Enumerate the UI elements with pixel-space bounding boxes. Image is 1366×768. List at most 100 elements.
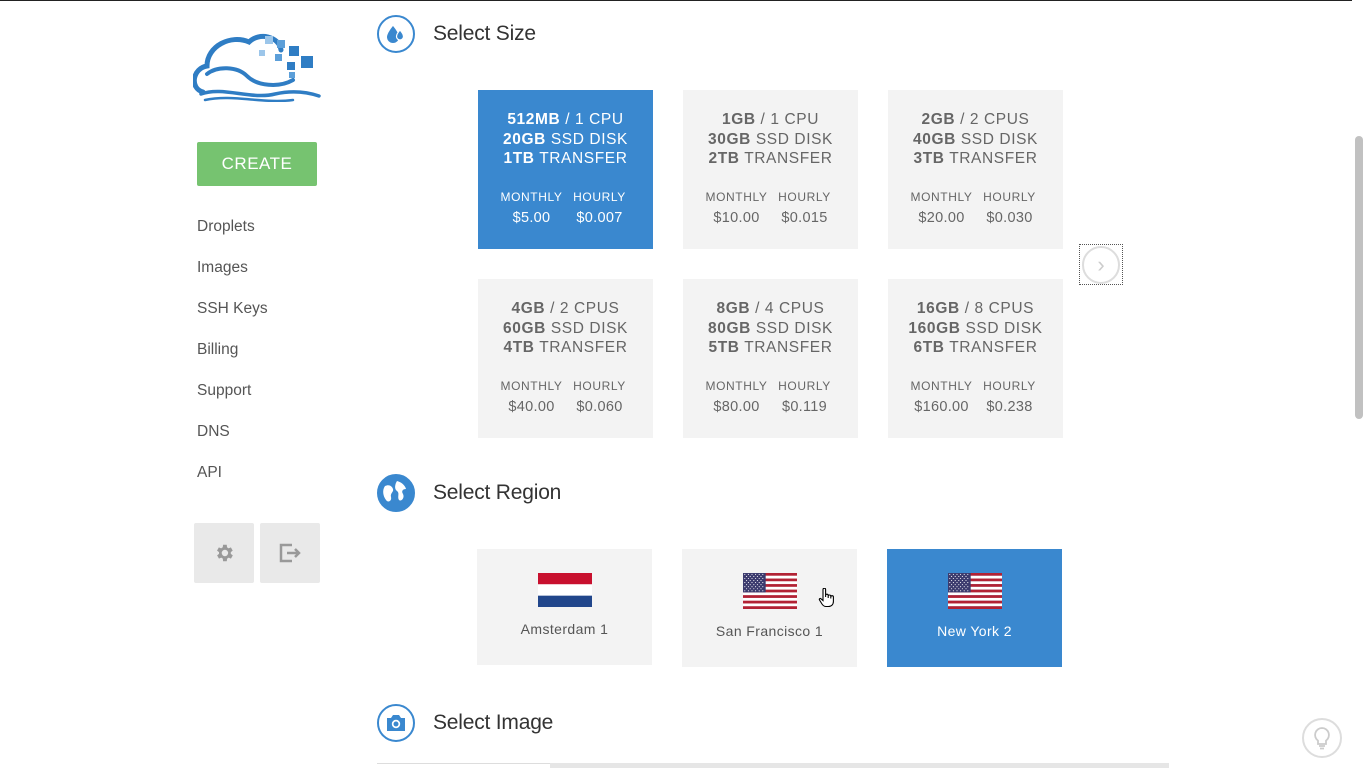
- image-tab-active[interactable]: [377, 763, 550, 768]
- size-ram: 1GB: [721, 111, 756, 128]
- size-disk-line: 60GB SSD DISK: [478, 319, 653, 339]
- chevron-right-icon: ›: [1082, 245, 1120, 284]
- hourly-label: HOURLY: [983, 378, 1036, 393]
- size-specs: 4GB / 2 CPUS 60GB SSD DISK 4TB TRANSFER: [478, 279, 653, 358]
- monthly-price: MONTHLY $160.00: [908, 379, 976, 417]
- region-card-san-francisco[interactable]: San Francisco 1: [682, 549, 857, 667]
- monthly-price: MONTHLY $40.00: [498, 379, 566, 417]
- size-disk-suffix: SSD DISK: [750, 319, 833, 337]
- globe-icon: [377, 474, 415, 512]
- size-disk: 80GB: [708, 319, 751, 337]
- sidebar-item-droplets[interactable]: Droplets: [197, 215, 268, 256]
- monthly-label: MONTHLY: [705, 378, 768, 393]
- size-card[interactable]: 16GB / 8 CPUS 160GB SSD DISK 6TB TRANSFER M…: [888, 279, 1063, 438]
- size-ram-cpu: 1GB / 1 CPU: [683, 110, 858, 130]
- monthly-label: MONTHLY: [500, 378, 563, 393]
- usa-flag-icon: [947, 573, 1002, 609]
- size-transfer-suffix: TRANSFER: [944, 339, 1038, 356]
- create-button[interactable]: CREATE: [197, 142, 317, 186]
- size-ram: 2GB: [921, 111, 956, 128]
- size-transfer-line: 5TB TRANSFER: [683, 338, 858, 358]
- size-transfer-suffix: TRANSFER: [944, 150, 1038, 167]
- monthly-price: MONTHLY $80.00: [703, 379, 771, 417]
- monthly-value: $20.00: [918, 209, 965, 226]
- region-card-amsterdam[interactable]: Amsterdam 1: [477, 549, 652, 665]
- sidebar-item-ssh-keys[interactable]: SSH Keys: [197, 297, 268, 338]
- logout-icon: [279, 543, 301, 563]
- hourly-value: $0.015: [781, 209, 828, 226]
- size-transfer-suffix: TRANSFER: [739, 150, 833, 167]
- size-ram-cpu: 16GB / 8 CPUS: [888, 299, 1063, 319]
- camera-icon: [377, 704, 415, 742]
- hourly-price: HOURLY $0.060: [566, 379, 634, 417]
- sidebar-item-api[interactable]: API: [197, 461, 268, 502]
- region-label: New York 2: [937, 623, 1012, 639]
- price-row: MONTHLY $40.00 HOURLY $0.060: [478, 379, 653, 417]
- monthly-label: MONTHLY: [910, 378, 973, 393]
- droplets-icon: [377, 15, 415, 53]
- size-disk-suffix: SSD DISK: [960, 319, 1043, 337]
- size-disk-suffix: SSD DISK: [545, 319, 628, 337]
- hourly-price: HOURLY $0.238: [976, 379, 1044, 417]
- sidebar-item-support[interactable]: Support: [197, 379, 268, 420]
- size-card[interactable]: 512MB / 1 CPU 20GB SSD DISK 1TB TRANSFER MO…: [478, 90, 653, 249]
- size-specs: 1GB / 1 CPU 30GB SSD DISK 2TB TRANSFER: [683, 90, 858, 169]
- price-row: MONTHLY $160.00 HOURLY $0.238: [888, 379, 1063, 417]
- size-disk: 20GB: [503, 130, 546, 148]
- size-transfer-suffix: TRANSFER: [534, 339, 628, 356]
- hourly-label: HOURLY: [983, 189, 1036, 204]
- region-card-new-york[interactable]: New York 2: [887, 549, 1062, 667]
- sidebar-item-dns[interactable]: DNS: [197, 420, 268, 461]
- price-row: MONTHLY $5.00 HOURLY $0.007: [478, 190, 653, 228]
- size-ram: 4GB: [511, 300, 546, 317]
- monthly-label: MONTHLY: [500, 189, 563, 204]
- size-card[interactable]: 8GB / 4 CPUS 80GB SSD DISK 5TB TRANSFER MON…: [683, 279, 858, 438]
- size-disk: 30GB: [708, 130, 751, 148]
- monthly-price: MONTHLY $20.00: [908, 190, 976, 228]
- size-transfer-line: 4TB TRANSFER: [478, 338, 653, 358]
- hourly-value: $0.030: [986, 209, 1033, 226]
- size-specs: 16GB / 8 CPUS 160GB SSD DISK 6TB TRANSFER: [888, 279, 1063, 358]
- monthly-value: $40.00: [508, 398, 555, 415]
- size-ram: 8GB: [716, 300, 751, 317]
- scrollbar-thumb[interactable]: [1355, 136, 1363, 419]
- hourly-price: HOURLY $0.030: [976, 190, 1044, 228]
- size-card[interactable]: 1GB / 1 CPU 30GB SSD DISK 2TB TRANSFER MONT…: [683, 90, 858, 249]
- size-disk-line: 80GB SSD DISK: [683, 319, 858, 339]
- size-ram-cpu: 4GB / 2 CPUS: [478, 299, 653, 319]
- size-specs: 8GB / 4 CPUS 80GB SSD DISK 5TB TRANSFER: [683, 279, 858, 358]
- size-cpu: / 4 CPUS: [750, 300, 825, 317]
- size-transfer: 3TB: [913, 150, 945, 167]
- size-transfer: 4TB: [503, 339, 535, 356]
- logout-button[interactable]: [260, 523, 320, 583]
- size-ram: 16GB: [916, 300, 960, 317]
- price-row: MONTHLY $20.00 HOURLY $0.030: [888, 190, 1063, 228]
- settings-button[interactable]: [194, 523, 254, 583]
- hourly-value: $0.119: [781, 398, 828, 415]
- size-disk-line: 30GB SSD DISK: [683, 130, 858, 150]
- logo-cloud-icon[interactable]: [193, 30, 321, 102]
- size-card[interactable]: 2GB / 2 CPUS 40GB SSD DISK 3TB TRANSFER MON…: [888, 90, 1063, 249]
- size-ram-cpu: 8GB / 4 CPUS: [683, 299, 858, 319]
- monthly-value: $80.00: [713, 398, 760, 415]
- sidebar-item-images[interactable]: Images: [197, 256, 268, 297]
- size-disk: 160GB: [908, 319, 961, 337]
- size-transfer-suffix: TRANSFER: [534, 150, 628, 167]
- hand-cursor-icon: [818, 588, 834, 608]
- size-transfer: 6TB: [913, 339, 945, 356]
- next-sizes-button[interactable]: ›: [1079, 244, 1123, 285]
- size-disk-suffix: SSD DISK: [955, 130, 1038, 148]
- monthly-price: MONTHLY $5.00: [498, 190, 566, 228]
- size-disk-line: 20GB SSD DISK: [478, 130, 653, 150]
- usa-flag-icon: [742, 573, 797, 609]
- hourly-value: $0.007: [576, 209, 623, 226]
- size-specs: 512MB / 1 CPU 20GB SSD DISK 1TB TRANSFER: [478, 90, 653, 169]
- size-disk-line: 40GB SSD DISK: [888, 130, 1063, 150]
- size-transfer-line: 1TB TRANSFER: [478, 149, 653, 169]
- size-card[interactable]: 4GB / 2 CPUS 60GB SSD DISK 4TB TRANSFER MON…: [478, 279, 653, 438]
- size-disk: 60GB: [503, 319, 546, 337]
- sidebar-item-billing[interactable]: Billing: [197, 338, 268, 379]
- hourly-value: $0.060: [576, 398, 623, 415]
- help-button[interactable]: [1302, 718, 1342, 758]
- region-section-header: Select Region: [377, 474, 561, 512]
